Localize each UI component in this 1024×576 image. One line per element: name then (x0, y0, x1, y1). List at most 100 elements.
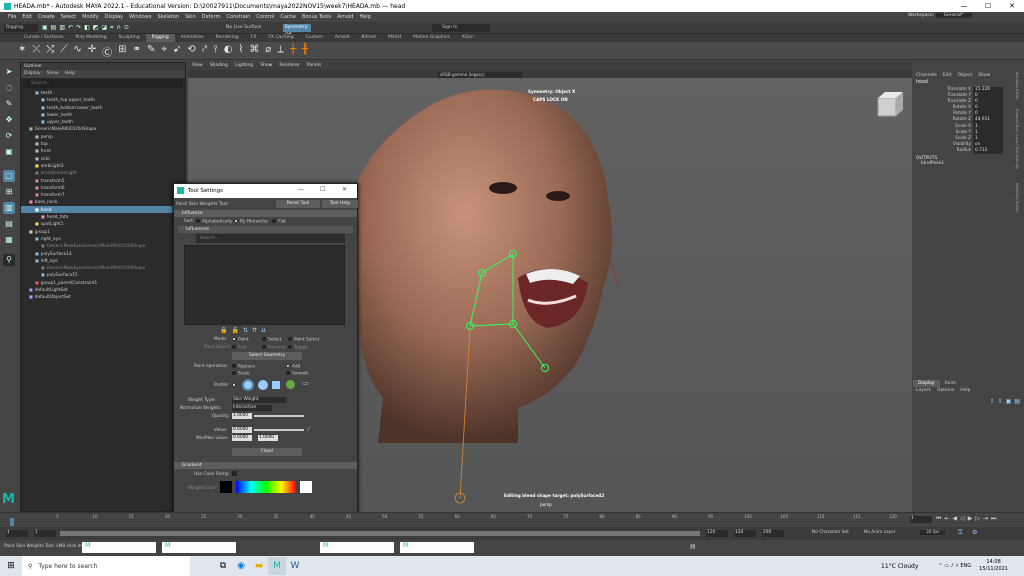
menu-display[interactable]: Display (105, 14, 123, 20)
viewport-menu-panels[interactable]: Panels (307, 62, 321, 70)
ps-toggle-radio[interactable]: Toggle (288, 345, 308, 351)
graph-layout-icon[interactable]: ▤ (3, 218, 15, 230)
outliner-item[interactable]: ■ top (21, 140, 185, 147)
mini-window-4[interactable]: M (400, 542, 474, 553)
current-time-marker[interactable] (10, 518, 14, 526)
outliner-item[interactable]: ■ base_neck (21, 198, 185, 205)
menu-control[interactable]: Control (256, 14, 274, 20)
outliner-item[interactable]: ■ transform6 (21, 184, 185, 191)
outliner-item[interactable]: ■ defaultObjectSet (21, 293, 185, 300)
menu-set-dropdown[interactable]: Rigging (4, 24, 38, 32)
blend-shape-icon[interactable]: ◐ (224, 44, 233, 59)
menu-arnold[interactable]: Arnold (337, 14, 353, 20)
viewport-menu-shading[interactable]: Shading (210, 62, 228, 70)
max-value-field[interactable]: 1.0000 (258, 435, 278, 441)
sort-flat-radio[interactable]: Flat (272, 219, 286, 225)
workspace-selector[interactable]: Workspace: General* (908, 13, 972, 18)
normalize-dropdown[interactable]: Interactive (232, 405, 272, 411)
clock[interactable]: 14:08 15/11/2021 (979, 559, 1008, 573)
outliner-item[interactable]: ■ head_tata (21, 213, 185, 220)
menu-create[interactable]: Create (38, 14, 55, 20)
mode-paint-select-radio[interactable]: Paint Select (288, 337, 319, 343)
outliner-item[interactable]: ■ spotLight1 (21, 220, 185, 227)
step-back-icon[interactable]: ◀ (952, 515, 957, 523)
hypershade-layout-icon[interactable]: ▦ (3, 234, 15, 246)
weight-color-black-swatch[interactable] (220, 481, 232, 493)
save-scene-icon[interactable]: ▥ (59, 24, 65, 32)
op-add-radio[interactable]: Add (286, 364, 300, 370)
layer-menu-layers[interactable]: Layers (916, 387, 931, 395)
shelf-tab-motion-graphics[interactable]: Motion Graphics (407, 34, 456, 42)
symmetry-dropdown[interactable]: Symmetry: Off (283, 24, 311, 38)
side-tab[interactable]: Attribute Editor (1015, 72, 1019, 109)
pole-constraint-icon[interactable]: ⫯ (213, 44, 217, 59)
shelf-tab-custom[interactable]: Custom (300, 34, 329, 42)
point-constraint-icon[interactable]: ⌖ (161, 44, 167, 59)
channel-menu-edit[interactable]: Edit (943, 72, 952, 80)
weight-color-white-swatch[interactable] (300, 481, 312, 493)
outliner-search-input[interactable]: Search... (23, 79, 183, 88)
select-object-icon[interactable]: ◩ (93, 24, 99, 32)
four-view-icon[interactable]: ⊞ (3, 186, 15, 198)
menu-modify[interactable]: Modify (82, 14, 99, 20)
outliner-item[interactable]: ■ front (21, 147, 185, 154)
eyedropper-icon[interactable]: ⁄ (308, 426, 309, 433)
output-node[interactable]: bindPose1 (913, 161, 1024, 166)
menu-deform[interactable]: Deform (202, 14, 221, 20)
shelf-tab-poly-modeling[interactable]: Poly Modeling (70, 34, 113, 42)
close-button[interactable]: ✕ (1000, 0, 1024, 12)
paint-select-icon[interactable]: ✎ (3, 98, 15, 110)
wire-icon[interactable]: ⌇ (239, 44, 244, 59)
layer-menu-help[interactable]: Help (960, 387, 970, 395)
range-bar[interactable] (60, 531, 700, 536)
influence-sort-icon[interactable]: ⇅ (243, 327, 248, 335)
fps-dropdown[interactable]: 30 fps (920, 530, 946, 535)
op-replace-radio[interactable]: Replace (232, 364, 255, 370)
search-icon[interactable]: ⚲ (3, 254, 15, 266)
snap-point-icon[interactable]: ⊙ (124, 24, 129, 32)
menu-help[interactable]: Help (359, 14, 370, 20)
single-view-icon[interactable]: ▢ (3, 170, 15, 182)
file-explorer-icon[interactable]: ▬ (250, 557, 268, 575)
menu-edit[interactable]: Edit (22, 14, 32, 20)
flood-button[interactable]: Flood (232, 448, 302, 456)
min-value-field[interactable]: 0.0000 (232, 435, 252, 441)
range-start-field[interactable]: 1 (34, 530, 56, 537)
go-end-icon[interactable]: ⏭ (991, 515, 996, 523)
menu-skin[interactable]: Skin (185, 14, 196, 20)
outliner-menu-help[interactable]: Help (65, 70, 75, 78)
scale-tool-icon[interactable]: ▣ (3, 146, 15, 158)
view-cube[interactable] (877, 92, 903, 117)
weight-color-ramp[interactable] (236, 481, 296, 493)
gradient-section[interactable]: Gradient (174, 462, 357, 469)
profile-soft-brush-icon[interactable] (242, 379, 254, 391)
hik-icon[interactable]: ┼ (290, 44, 296, 59)
profile-texture-brush-icon[interactable] (286, 380, 295, 389)
viewport-menu-show[interactable]: Show (260, 62, 272, 70)
reset-tool-button[interactable]: Reset Tool (276, 200, 320, 208)
outliner-item[interactable]: ■ head (21, 205, 185, 214)
outliner-item[interactable]: ■ teeth_top:upper_teeth (21, 96, 185, 103)
wrap-icon[interactable]: ⌘ (249, 44, 259, 59)
ps-remove-radio[interactable]: Remove (262, 345, 285, 351)
sculpt-icon[interactable]: ⌀ (265, 44, 271, 59)
auto-key-icon[interactable]: ⚿ (958, 529, 963, 537)
snap-grid-icon[interactable]: ⌗ (110, 24, 113, 32)
viewport-menu-lighting[interactable]: Lighting (235, 62, 253, 70)
mode-select-radio[interactable]: Select (262, 337, 281, 343)
windows-start-icon[interactable]: ⊞ (0, 557, 22, 575)
outliner-menu-show[interactable]: Show (47, 70, 59, 78)
outliner-item[interactable]: ■ left_eye (21, 257, 185, 264)
select-tool-icon[interactable]: ➤ (3, 66, 15, 78)
outliner-item[interactable]: ■ side (21, 155, 185, 162)
ts-maximize-icon[interactable]: ☐ (320, 186, 325, 193)
undo-icon[interactable]: ↶ (68, 24, 73, 32)
sort-alpha-radio[interactable]: Alphabetically (196, 219, 232, 225)
bind-skin-icon[interactable]: ⚭ (133, 44, 141, 59)
ik-spline-icon[interactable]: ∿ (73, 44, 81, 59)
lattice-icon[interactable]: ⊞ (118, 44, 126, 59)
menu-cache[interactable]: Cache (280, 14, 296, 20)
outliner-item[interactable]: ■ transform5 (21, 177, 185, 184)
layer-tab-anim[interactable]: Anim (940, 380, 962, 387)
weight-type-dropdown[interactable]: Skin Weight (232, 397, 286, 403)
